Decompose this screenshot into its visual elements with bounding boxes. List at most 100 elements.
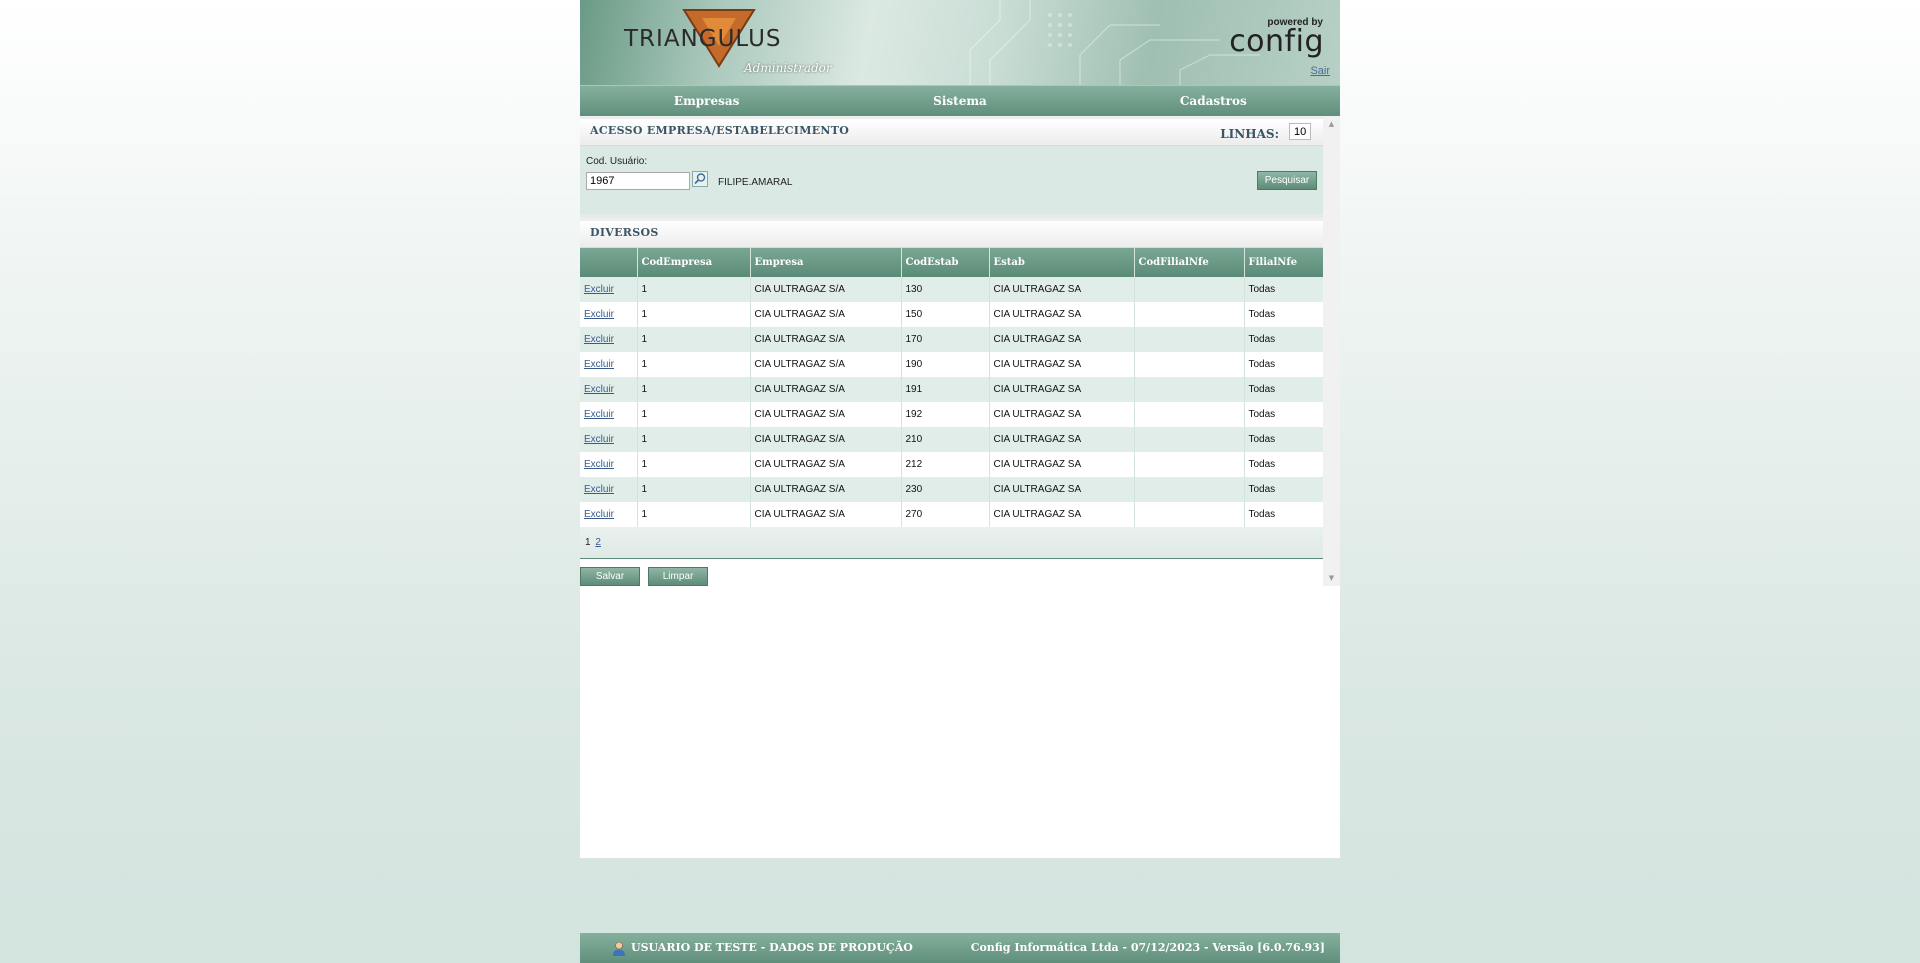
clear-button[interactable]: Limpar [648,567,708,586]
cell-filialnfe: Todas [1244,502,1324,527]
cell-codfilialnfe [1134,452,1245,477]
cell-codestab: 210 [901,427,990,452]
table-row: Excluir 1 CIA ULTRAGAZ S/A 170 CIA ULTRA… [580,327,1324,352]
delete-link[interactable]: Excluir [584,309,614,320]
cell-filialnfe: Todas [1244,302,1324,327]
app-header: TRIANGULUS Administrador powered by conf… [580,0,1340,85]
table-row: Excluir 1 CIA ULTRAGAZ S/A 130 CIA ULTRA… [580,277,1324,302]
cell-codfilialnfe [1134,377,1245,402]
table-row: Excluir 1 CIA ULTRAGAZ S/A 191 CIA ULTRA… [580,377,1324,402]
cell-estab: CIA ULTRAGAZ SA [989,452,1135,477]
action-cell: Excluir [580,452,638,477]
delete-link[interactable]: Excluir [584,359,614,370]
cell-codfilialnfe [1134,402,1245,427]
save-button[interactable]: Salvar [580,567,640,586]
cell-estab: CIA ULTRAGAZ SA [989,427,1135,452]
cell-empresa: CIA ULTRAGAZ S/A [750,477,902,502]
logo-text: TRIANGULUS [624,26,782,52]
user-code-label: Cod. Usuário: [586,156,648,167]
cell-filialnfe: Todas [1244,452,1324,477]
user-code-input[interactable] [586,172,690,190]
column-header-filialnfe[interactable]: FilialNfe [1244,248,1324,277]
cell-codempresa: 1 [637,277,751,302]
cell-empresa: CIA ULTRAGAZ S/A [750,377,902,402]
delete-link[interactable]: Excluir [584,484,614,495]
delete-link[interactable]: Excluir [584,409,614,420]
delete-link[interactable]: Excluir [584,334,614,345]
delete-link[interactable]: Excluir [584,384,614,395]
page-container: TRIANGULUS Administrador powered by conf… [580,0,1340,858]
page-link[interactable]: 2 [595,537,601,548]
cell-codempresa: 1 [637,452,751,477]
cell-codfilialnfe [1134,502,1245,527]
column-header-codempresa[interactable]: CodEmpresa [637,248,751,277]
search-button[interactable]: Pesquisar [1257,171,1317,190]
section-title: ACESSO EMPRESA/ESTABELECIMENTO [590,124,850,137]
column-header-codfilialnfe[interactable]: CodFilialNfe [1134,248,1245,277]
access-section-header: ACESSO EMPRESA/ESTABELECIMENTO LINHAS: [580,116,1323,146]
cell-filialnfe: Todas [1244,477,1324,502]
nav-item-cadastros[interactable]: Cadastros [1087,94,1340,108]
delete-link[interactable]: Excluir [584,459,614,470]
cell-filialnfe: Todas [1244,277,1324,302]
circuit-pattern-decoration [969,0,1260,85]
action-cell: Excluir [580,377,638,402]
vertical-scrollbar[interactable]: ▲ ▼ [1323,116,1340,586]
column-header-codestab[interactable]: CodEstab [901,248,990,277]
section-title: DIVERSOS [590,226,659,239]
delete-link[interactable]: Excluir [584,509,614,520]
user-name-value: FILIPE.AMARAL [718,177,793,188]
current-page: 1 [585,537,591,548]
cell-empresa: CIA ULTRAGAZ S/A [750,302,902,327]
results-table: CodEmpresa Empresa CodEstab Estab CodFil… [580,248,1324,527]
magnifier-icon[interactable] [692,171,708,187]
logout-link[interactable]: Sair [1310,65,1330,77]
diversos-section-header: DIVERSOS [580,218,1323,248]
cell-empresa: CIA ULTRAGAZ S/A [750,427,902,452]
cell-filialnfe: Todas [1244,377,1324,402]
column-header-empresa[interactable]: Empresa [750,248,902,277]
table-row: Excluir 1 CIA ULTRAGAZ S/A 190 CIA ULTRA… [580,352,1324,377]
user-status: USUARIO DE TESTE - DADOS DE PRODUÇÃO [631,941,913,954]
rows-per-page-input[interactable] [1289,123,1311,140]
table-row: Excluir 1 CIA ULTRAGAZ S/A 230 CIA ULTRA… [580,477,1324,502]
cell-empresa: CIA ULTRAGAZ S/A [750,277,902,302]
action-cell: Excluir [580,352,638,377]
main-nav: Empresas Sistema Cadastros [580,85,1340,116]
cell-codempresa: 1 [637,402,751,427]
cell-estab: CIA ULTRAGAZ SA [989,377,1135,402]
form-actions: Salvar Limpar [580,559,1323,591]
delete-link[interactable]: Excluir [584,284,614,295]
action-cell: Excluir [580,302,638,327]
cell-filialnfe: Todas [1244,352,1324,377]
cell-codestab: 192 [901,402,990,427]
column-header-action [580,248,638,277]
action-cell: Excluir [580,402,638,427]
chevron-down-icon[interactable]: ▼ [1323,572,1340,584]
cell-estab: CIA ULTRAGAZ SA [989,502,1135,527]
user-icon [613,941,625,956]
cell-codempresa: 1 [637,352,751,377]
cell-codempresa: 1 [637,427,751,452]
app-footer: USUARIO DE TESTE - DADOS DE PRODUÇÃO Con… [580,933,1340,963]
config-brand: config [1229,24,1324,59]
column-header-estab[interactable]: Estab [989,248,1135,277]
table-header-row: CodEmpresa Empresa CodEstab Estab CodFil… [580,248,1324,277]
cell-estab: CIA ULTRAGAZ SA [989,327,1135,352]
company-version: Config Informática Ltda - 07/12/2023 - V… [970,941,1325,954]
cell-empresa: CIA ULTRAGAZ S/A [750,402,902,427]
cell-estab: CIA ULTRAGAZ SA [989,302,1135,327]
action-cell: Excluir [580,477,638,502]
delete-link[interactable]: Excluir [584,434,614,445]
cell-codfilialnfe [1134,277,1245,302]
cell-codempresa: 1 [637,477,751,502]
cell-estab: CIA ULTRAGAZ SA [989,402,1135,427]
cell-empresa: CIA ULTRAGAZ S/A [750,502,902,527]
cell-estab: CIA ULTRAGAZ SA [989,352,1135,377]
cell-estab: CIA ULTRAGAZ SA [989,277,1135,302]
chevron-up-icon[interactable]: ▲ [1323,118,1340,130]
nav-item-empresas[interactable]: Empresas [580,94,833,108]
cell-codestab: 170 [901,327,990,352]
cell-codempresa: 1 [637,327,751,352]
nav-item-sistema[interactable]: Sistema [833,94,1086,108]
